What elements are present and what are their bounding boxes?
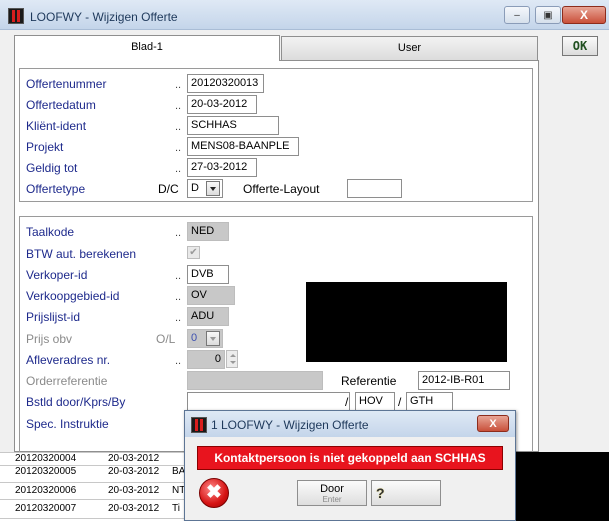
afleveradres-spinner[interactable] bbox=[226, 350, 238, 368]
klient-ident-label: Kliënt-ident bbox=[26, 119, 87, 133]
bstld-door-field[interactable] bbox=[187, 392, 350, 411]
projekt-label: Projekt bbox=[26, 140, 64, 154]
clipped-text bbox=[306, 355, 507, 364]
dots: .. bbox=[175, 227, 182, 239]
door-button-shortcut: Enter bbox=[322, 495, 342, 504]
geldig-tot-label: Geldig tot bbox=[26, 161, 78, 175]
dots: .. bbox=[175, 163, 182, 175]
redacted-area bbox=[306, 282, 507, 362]
dots: .. bbox=[175, 100, 182, 112]
verkoopgebied-id-label: Verkoopgebied-id bbox=[26, 289, 120, 303]
verkoper-id-field[interactable]: DVB bbox=[187, 265, 229, 284]
offerte-layout-label: Offerte-Layout bbox=[243, 182, 320, 196]
btw-label: BTW aut. berekenen bbox=[26, 247, 137, 261]
offertedatum-field[interactable]: 20-03-2012 bbox=[187, 95, 257, 114]
door-button[interactable]: Door Enter bbox=[297, 480, 367, 506]
minimize-button[interactable]: – bbox=[504, 6, 530, 24]
app-icon bbox=[191, 417, 207, 433]
referentie-label: Referentie bbox=[341, 374, 397, 388]
bstld-label: Bstld door/Kprs/By bbox=[26, 395, 126, 409]
projekt-field[interactable]: MENS08-BAANPLE bbox=[187, 137, 299, 156]
offertedatum-label: Offertedatum bbox=[26, 98, 96, 112]
dialog-close-button[interactable]: X bbox=[477, 415, 509, 432]
ok-button[interactable]: OK bbox=[562, 36, 598, 56]
tab-blad-1[interactable]: Blad-1 bbox=[14, 35, 280, 61]
dots: .. bbox=[175, 142, 182, 154]
prijs-obv-value: 0 bbox=[191, 332, 198, 344]
verkoopgebied-id-field[interactable]: OV bbox=[187, 286, 235, 305]
door-button-label: Door bbox=[320, 483, 344, 495]
prijslijst-id-field[interactable]: ADU bbox=[187, 307, 229, 326]
spec-instruktie-label: Spec. Instruktie bbox=[26, 417, 109, 431]
chevron-down-icon[interactable] bbox=[206, 331, 220, 346]
error-icon: ✖ bbox=[199, 478, 229, 508]
kprs-field[interactable]: HOV bbox=[355, 392, 395, 411]
error-dialog: 1 LOOFWY - Wijzigen Offerte X Kontaktper… bbox=[184, 410, 516, 521]
dots: .. bbox=[175, 312, 182, 324]
prijs-obv-code: O/L bbox=[156, 332, 176, 346]
btw-checkbox[interactable]: ✔ bbox=[187, 246, 200, 259]
dots: .. bbox=[175, 291, 182, 303]
dots: .. bbox=[175, 121, 182, 133]
dialog-title: 1 LOOFWY - Wijzigen Offerte bbox=[211, 418, 369, 432]
close-button[interactable]: X bbox=[562, 6, 606, 24]
taalkode-field[interactable]: NED bbox=[187, 222, 229, 241]
dots: .. bbox=[175, 355, 182, 367]
window-title: LOOFWY - Wijzigen Offerte bbox=[30, 10, 178, 24]
orderreferentie-field[interactable] bbox=[187, 371, 323, 390]
prijslijst-id-label: Prijslijst-id bbox=[26, 310, 80, 324]
prijs-obv-label: Prijs obv bbox=[26, 332, 73, 346]
offertetype-code: D/C bbox=[158, 182, 179, 196]
app-icon bbox=[8, 8, 24, 24]
verkoper-id-label: Verkoper-id bbox=[26, 268, 88, 282]
referentie-field[interactable]: 2012-IB-R01 bbox=[418, 371, 510, 390]
afleveradres-label: Afleveradres nr. bbox=[26, 353, 111, 367]
title-bar[interactable]: LOOFWY - Wijzigen Offerte – ▣ X bbox=[0, 0, 609, 30]
by-field[interactable]: GTH bbox=[406, 392, 453, 411]
help-button[interactable]: ? bbox=[371, 480, 441, 506]
restore-button[interactable]: ▣ bbox=[535, 6, 561, 24]
help-icon: ? bbox=[376, 485, 385, 501]
afleveradres-field[interactable]: 0 bbox=[187, 350, 225, 369]
taalkode-label: Taalkode bbox=[26, 225, 75, 239]
dots: .. bbox=[175, 79, 182, 91]
separator: / bbox=[398, 395, 402, 409]
offertetype-value: D bbox=[191, 182, 199, 194]
tab-user[interactable]: User bbox=[281, 36, 538, 60]
offertenummer-label: Offertenummer bbox=[26, 77, 107, 91]
offerte-layout-field[interactable] bbox=[347, 179, 402, 198]
offertenummer-field[interactable]: 20120320013 bbox=[187, 74, 264, 93]
dialog-title-bar[interactable]: 1 LOOFWY - Wijzigen Offerte X bbox=[185, 411, 515, 437]
separator: / bbox=[345, 395, 349, 409]
dots: .. bbox=[175, 270, 182, 282]
error-message: Kontaktpersoon is niet gekoppeld aan SCH… bbox=[197, 446, 503, 470]
offertetype-label: Offertetype bbox=[26, 182, 86, 196]
geldig-tot-field[interactable]: 27-03-2012 bbox=[187, 158, 257, 177]
orderreferentie-label: Orderreferentie bbox=[26, 374, 108, 388]
klient-ident-field[interactable]: SCHHAS bbox=[187, 116, 279, 135]
chevron-down-icon[interactable] bbox=[206, 181, 220, 196]
